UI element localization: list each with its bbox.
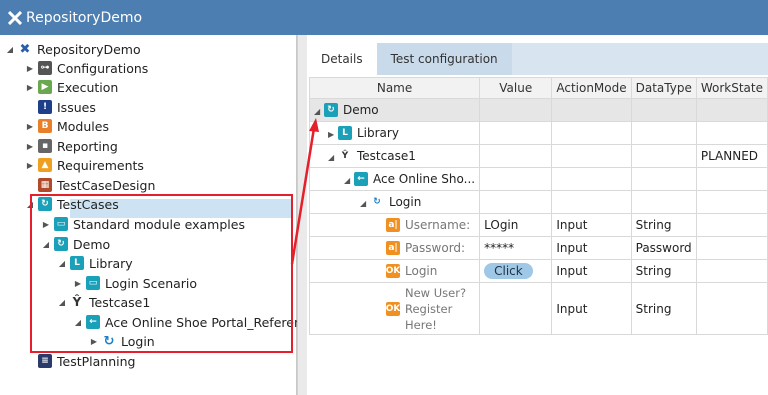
cell-name: Login	[405, 263, 438, 278]
expand-arrow-icon[interactable]: ◢	[6, 39, 14, 59]
table-row[interactable]: a| Username: LOgin Input String	[308, 213, 768, 237]
details-pane: Details Test configuration Name Value Ac…	[307, 35, 768, 395]
folder-icon: ↻	[323, 103, 338, 118]
tree-item-testcasedesign[interactable]: ▦ TestCaseDesign	[26, 175, 155, 195]
requirements-icon: ▲	[38, 158, 52, 172]
execution-icon: ▶	[38, 80, 52, 94]
cell-name: Password:	[405, 240, 466, 255]
tree-item-testplanning[interactable]: ≡ TestPlanning	[26, 351, 135, 371]
cell-value[interactable]: *****	[479, 236, 553, 260]
cell-name: Testcase1	[356, 148, 416, 163]
cell-name-line: Here!	[405, 317, 437, 332]
refresh-icon: ↻	[373, 197, 381, 208]
expand-arrow-icon[interactable]: ◢	[328, 153, 334, 162]
tab-details[interactable]: Details	[307, 43, 377, 75]
title-bar: RepositoryDemo	[0, 0, 768, 35]
textbox-icon: a|	[386, 218, 400, 233]
cell-datatype[interactable]: String	[630, 282, 697, 335]
tree-item-root[interactable]: ◢ ✖ RepositoryDemo	[6, 39, 141, 59]
tree-item-execution[interactable]: ▶ ▶ Execution	[26, 77, 118, 97]
column-header-workstate[interactable]: WorkState	[695, 77, 768, 99]
column-header-name[interactable]: Name	[308, 77, 481, 99]
tree-item-requirements[interactable]: ▶ ▲ Requirements	[26, 155, 144, 175]
cell-datatype[interactable]: String	[630, 213, 697, 237]
app-logo-icon	[7, 10, 23, 25]
testcase-icon: Ŷ	[341, 151, 349, 162]
cell-datatype[interactable]: String	[630, 259, 697, 283]
textbox-icon: a|	[386, 241, 400, 256]
modules-icon: B	[38, 119, 52, 133]
cell-actionmode[interactable]: Input	[551, 259, 632, 283]
repository-icon: ✖	[19, 41, 31, 57]
issues-icon: !	[38, 100, 52, 114]
cell-name-line: Register	[405, 301, 453, 316]
table-row[interactable]: ◢ ↻ Demo	[308, 98, 768, 122]
tree-item-modules[interactable]: ▶ B Modules	[26, 116, 109, 136]
table-row[interactable]: ◢ ← Ace Online Sho...	[308, 167, 768, 191]
highlight-box	[30, 194, 293, 353]
button-icon: OK	[385, 264, 401, 279]
cell-actionmode[interactable]: Input	[551, 282, 632, 335]
tab-strip: Details Test configuration	[307, 43, 768, 75]
cell-name: Ace Online Sho...	[372, 171, 476, 186]
collapsed-arrow-icon[interactable]: ▶	[26, 155, 34, 175]
collapsed-arrow-icon[interactable]: ▶	[26, 58, 34, 78]
cell-name-line: New User?	[405, 285, 467, 300]
testcasedesign-icon: ▦	[38, 178, 52, 192]
configurations-icon: ⊶	[38, 61, 52, 75]
tree-item-issues[interactable]: ! Issues	[26, 97, 96, 117]
expand-arrow-icon[interactable]: ◢	[314, 107, 320, 116]
tree-item-reporting[interactable]: ▶ ▪ Reporting	[26, 136, 118, 156]
click-value-badge[interactable]: Click	[484, 263, 533, 279]
window-title: RepositoryDemo	[26, 9, 143, 26]
cell-name: Username:	[405, 217, 471, 232]
table-row[interactable]: OK New User? Register Here! Input String	[308, 282, 768, 335]
cell-workstate: PLANNED	[695, 144, 768, 168]
cell-name: Login	[388, 194, 422, 209]
table-row[interactable]: OK Login Click Input String	[308, 259, 768, 283]
table-row[interactable]: a| Password: ***** Input Password	[308, 236, 768, 260]
details-grid: Name Value ActionMode DataType WorkState…	[308, 77, 768, 335]
cell-actionmode[interactable]: Input	[551, 213, 632, 237]
table-row[interactable]: ◢ ↻ Login	[308, 190, 768, 214]
cell-actionmode[interactable]: Input	[551, 236, 632, 260]
collapsed-arrow-icon[interactable]: ▶	[328, 130, 334, 139]
collapsed-arrow-icon[interactable]: ▶	[26, 116, 34, 136]
column-header-actionmode[interactable]: ActionMode	[551, 77, 632, 99]
reporting-icon: ▪	[38, 139, 52, 153]
expand-arrow-icon[interactable]: ◢	[360, 199, 366, 208]
collapsed-arrow-icon[interactable]: ▶	[26, 77, 34, 97]
expand-arrow-icon[interactable]: ◢	[344, 176, 350, 185]
tab-test-configuration[interactable]: Test configuration	[376, 43, 512, 75]
cell-datatype[interactable]: Password	[630, 236, 697, 260]
cell-name: Demo	[342, 102, 379, 117]
cell-name: Library	[356, 125, 399, 140]
library-icon: L	[337, 126, 352, 141]
testplanning-icon: ≡	[38, 354, 52, 368]
cell-value[interactable]: LOgin	[479, 213, 553, 237]
column-header-datatype[interactable]: DataType	[630, 77, 697, 99]
grid-header-row: Name Value ActionMode DataType WorkState	[308, 77, 768, 99]
table-row[interactable]: ▶ L Library	[308, 121, 768, 145]
pane-splitter[interactable]	[297, 35, 307, 395]
collapsed-arrow-icon[interactable]: ▶	[26, 136, 34, 156]
button-icon: OK	[385, 301, 401, 316]
tree-item-configurations[interactable]: ▶ ⊶ Configurations	[26, 58, 148, 78]
reference-icon: ←	[353, 172, 368, 187]
table-row[interactable]: ◢ Ŷ Testcase1 PLANNED	[308, 144, 768, 168]
column-header-value[interactable]: Value	[479, 77, 553, 99]
